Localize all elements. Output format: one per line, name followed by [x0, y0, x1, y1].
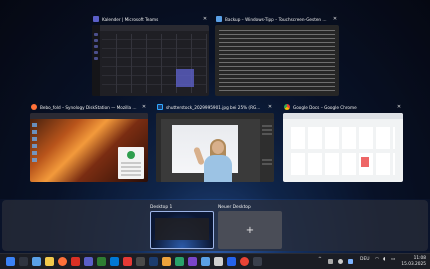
- language-indicator[interactable]: DEU: [360, 257, 370, 262]
- task-view-icon[interactable]: [32, 257, 41, 266]
- wifi-icon[interactable]: ◠: [375, 257, 379, 262]
- app-icon-teal[interactable]: [175, 257, 184, 266]
- window-header: shutterstock_2029995901.jpg bei 25% (RGB…: [156, 102, 274, 112]
- close-icon[interactable]: ✕: [266, 104, 274, 110]
- close-icon[interactable]: ✕: [395, 104, 403, 110]
- window-title: Google Docs – Google Chrome: [293, 104, 357, 110]
- window-preview: [92, 25, 209, 96]
- window-title: Bebo_fold – Synology DiskStation — Mozil…: [40, 104, 137, 110]
- document-grid: [291, 127, 395, 149]
- photo-subject-body: [204, 155, 232, 182]
- browser-toolbar: [283, 113, 403, 119]
- photoshop-taskbar-icon[interactable]: [149, 257, 158, 266]
- file-explorer-icon[interactable]: [45, 257, 54, 266]
- photo-subject-head: [212, 141, 224, 154]
- window-thumb-firefox[interactable]: Bebo_fold – Synology DiskStation — Mozil…: [30, 102, 148, 182]
- firefox-icon: [31, 104, 37, 110]
- plus-icon: +: [245, 224, 255, 236]
- firefox-taskbar-icon[interactable]: [58, 257, 67, 266]
- options-bar: [156, 113, 274, 119]
- virtual-desktops-bar: Desktop 1 Neuer Desktop +: [2, 200, 428, 251]
- document-grid: [291, 153, 395, 175]
- toolbar: [100, 25, 209, 31]
- volume-icon[interactable]: ◖: [383, 257, 385, 262]
- window-title: Kalender | Microsoft Teams: [102, 16, 159, 22]
- window-title: shutterstock_2029995901.jpg bei 25% (RGB…: [166, 104, 263, 110]
- window-thumb-teams[interactable]: Kalender | Microsoft Teams ✕: [92, 14, 209, 96]
- app-icon-orange[interactable]: [162, 257, 171, 266]
- desktop-label: Neuer Desktop: [218, 205, 251, 210]
- outlook-icon[interactable]: [110, 257, 119, 266]
- app-icon-purple[interactable]: [188, 257, 197, 266]
- calendar-event: [176, 69, 194, 87]
- start-icon[interactable]: [6, 257, 15, 266]
- window-preview: [283, 113, 403, 182]
- app-rail: [92, 25, 100, 96]
- desktop-thumbnail[interactable]: [150, 211, 214, 249]
- window-preview: [156, 113, 274, 182]
- check-icon: [127, 151, 135, 159]
- taskbar: ^ DEU ◠ ◖ ▭ 11:08 15.03.2025: [0, 253, 430, 269]
- teams-taskbar-icon[interactable]: [84, 257, 93, 266]
- app-icon-green[interactable]: [97, 257, 106, 266]
- app-icon-dark[interactable]: [253, 257, 262, 266]
- new-desktop[interactable]: Neuer Desktop +: [218, 204, 282, 249]
- app-icon-red[interactable]: [71, 257, 80, 266]
- browser-toolbar: [30, 113, 148, 119]
- window-thumb-photoshop[interactable]: shutterstock_2029995901.jpg bei 25% (RGB…: [156, 102, 274, 182]
- app-icon-gray[interactable]: [136, 257, 145, 266]
- document-thumbnail: [361, 157, 369, 167]
- dialog-window: [118, 147, 144, 179]
- chrome-icon: [284, 104, 290, 110]
- window-preview: [215, 25, 339, 96]
- close-icon[interactable]: ✕: [140, 104, 148, 110]
- window-header: Google Docs – Google Chrome ✕: [283, 102, 403, 112]
- mini-window: [155, 218, 209, 240]
- window-preview: [30, 113, 148, 182]
- close-icon[interactable]: ✕: [201, 16, 209, 22]
- layers-panel: [260, 119, 274, 182]
- window-header: Backup – Windows-Tipp – Touchscreen-Gest…: [215, 14, 339, 24]
- notepad-taskbar-icon[interactable]: [201, 257, 210, 266]
- clock[interactable]: 11:08 15.03.2025: [401, 256, 426, 268]
- photoshop-icon: [157, 104, 163, 110]
- tray-app-icon[interactable]: [338, 259, 343, 264]
- new-desktop-button[interactable]: +: [218, 211, 282, 249]
- app-icon-light[interactable]: [214, 257, 223, 266]
- tray-app-icon[interactable]: [328, 259, 333, 264]
- window-header: Bebo_fold – Synology DiskStation — Mozil…: [30, 102, 148, 112]
- tray-expand-icon[interactable]: ^: [318, 257, 322, 262]
- image-canvas: [172, 125, 238, 182]
- window-header: Kalender | Microsoft Teams ✕: [92, 14, 209, 24]
- battery-icon[interactable]: ▭: [391, 257, 395, 262]
- window-title: Backup – Windows-Tipp – Touchscreen-Gest…: [225, 16, 328, 22]
- acrobat-icon[interactable]: [123, 257, 132, 266]
- app-icon-blue[interactable]: [227, 257, 236, 266]
- window-thumb-notepad[interactable]: Backup – Windows-Tipp – Touchscreen-Gest…: [215, 14, 339, 96]
- text-lines: [219, 30, 335, 92]
- window-thumb-chrome[interactable]: Google Docs – Google Chrome ✕: [283, 102, 403, 182]
- close-icon[interactable]: ✕: [331, 16, 339, 22]
- tray-app-icon[interactable]: [348, 259, 353, 264]
- desktop-label: Desktop 1: [150, 205, 173, 210]
- photo-subject-arm: [193, 146, 205, 166]
- clock-date: 15.03.2025: [401, 262, 426, 267]
- chrome-taskbar-icon[interactable]: [240, 257, 249, 266]
- desktop-1[interactable]: Desktop 1: [150, 204, 214, 249]
- desktop-icons: [32, 123, 37, 163]
- notepad-icon: [216, 16, 222, 22]
- teams-icon: [93, 16, 99, 22]
- search-icon[interactable]: [19, 257, 28, 266]
- tools-panel: [156, 119, 161, 182]
